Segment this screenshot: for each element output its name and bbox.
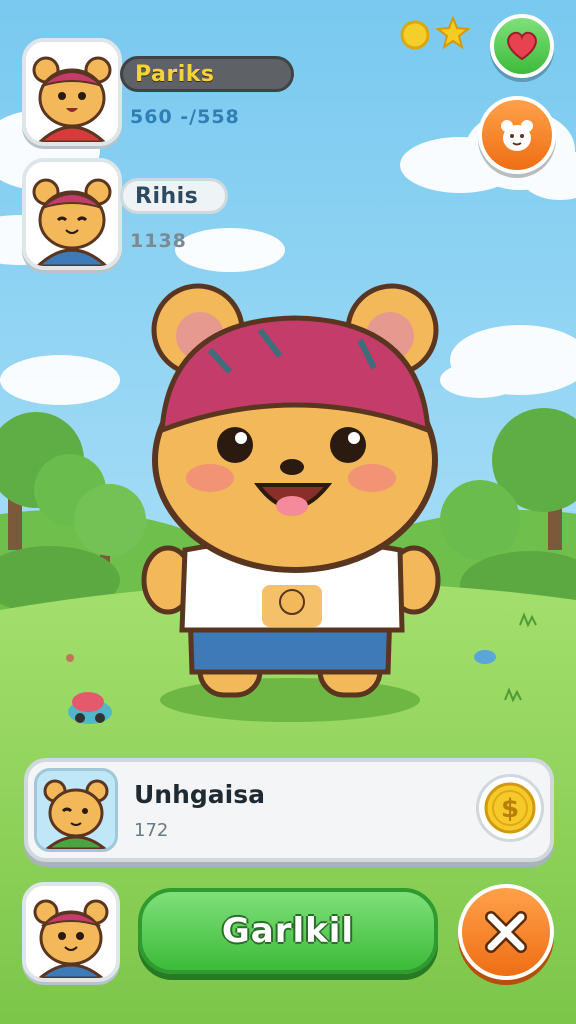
player-2-score: 1138 bbox=[130, 230, 187, 252]
panel-subtitle: 172 bbox=[134, 820, 169, 841]
dollar-coin-icon: $ bbox=[484, 782, 536, 834]
info-panel[interactable]: Unhgaisa 172 $ bbox=[24, 758, 554, 862]
star-icon bbox=[436, 16, 470, 50]
panel-title: Unhgaisa bbox=[134, 780, 265, 809]
play-button[interactable]: Garlkil bbox=[138, 888, 438, 974]
bear-avatar-icon bbox=[26, 42, 118, 142]
player-2-name: Rihis bbox=[135, 183, 199, 209]
coin-button[interactable]: $ bbox=[476, 774, 544, 842]
play-button-label: Garlkil bbox=[221, 911, 355, 951]
coin-icon bbox=[400, 20, 430, 50]
favorite-button[interactable] bbox=[490, 14, 554, 78]
panel-avatar bbox=[34, 768, 118, 852]
player-1-name-bar: Pariks bbox=[120, 56, 294, 92]
bear-avatar-icon bbox=[26, 886, 116, 978]
heart-icon bbox=[507, 31, 537, 61]
player-1-name: Pariks bbox=[135, 61, 215, 87]
svg-text:$: $ bbox=[501, 794, 519, 824]
player-2-name-bar: Rihis bbox=[120, 178, 228, 214]
player-avatar-1[interactable] bbox=[22, 38, 122, 146]
player-avatar-2[interactable] bbox=[22, 158, 122, 270]
bear-avatar-icon bbox=[26, 162, 118, 266]
bear-avatar-icon bbox=[43, 779, 109, 849]
character-button[interactable] bbox=[478, 96, 556, 174]
character-icon bbox=[501, 120, 533, 151]
player-avatar-3[interactable] bbox=[22, 882, 120, 982]
close-button[interactable] bbox=[458, 884, 554, 980]
close-icon bbox=[485, 911, 527, 953]
main-character[interactable] bbox=[140, 280, 450, 710]
player-1-score: 560 -/558 bbox=[130, 106, 240, 128]
